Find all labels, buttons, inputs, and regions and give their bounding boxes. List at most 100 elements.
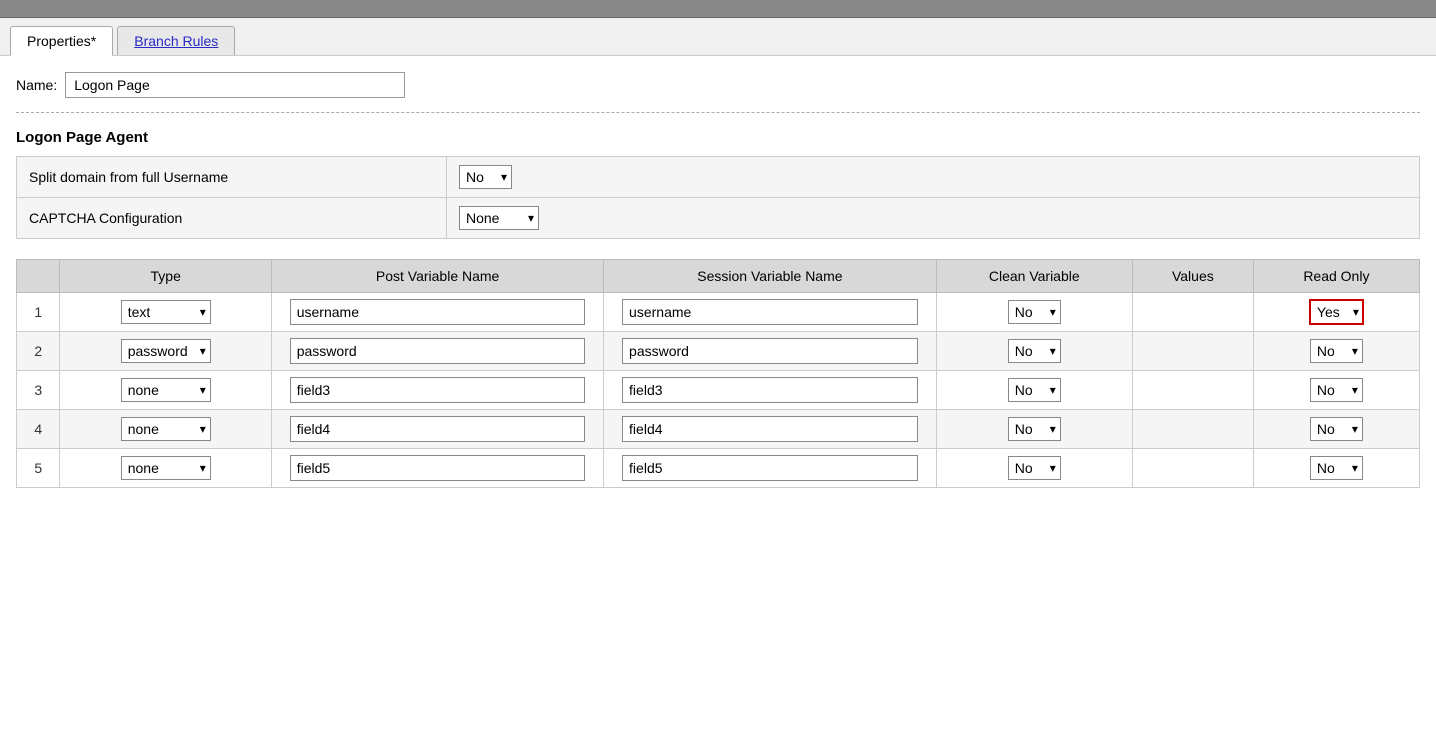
separator [16, 112, 1420, 113]
table-row: 2 textpasswordnonehidden NoYes NoYes [17, 332, 1420, 371]
type-select-wrapper-4: textpasswordnonehidden [121, 417, 211, 441]
clean-select-4[interactable]: NoYes [1008, 417, 1061, 441]
type-select-3[interactable]: textpasswordnonehidden [121, 378, 211, 402]
clean-var-cell-2: NoYes [936, 332, 1132, 371]
read-only-cell-2: NoYes [1253, 332, 1419, 371]
th-num [17, 260, 60, 293]
type-select-wrapper-1: textpasswordnonehidden [121, 300, 211, 324]
property-label-captcha: CAPTCHA Configuration [17, 198, 447, 239]
values-cell-1 [1132, 293, 1253, 332]
read-only-select-wrapper-2: NoYes [1310, 339, 1363, 363]
read-only-select-2[interactable]: NoYes [1310, 339, 1363, 363]
property-control-captcha: None Option1 Option2 [447, 198, 1420, 239]
property-control-split-domain: No Yes [447, 157, 1420, 198]
th-session-var: Session Variable Name [604, 260, 936, 293]
read-only-select-wrapper-5: NoYes [1310, 456, 1363, 480]
type-cell-4: textpasswordnonehidden [60, 410, 271, 449]
top-bar [0, 0, 1436, 18]
read-only-select-1[interactable]: YesNo [1309, 299, 1364, 325]
session-var-cell-3 [604, 371, 936, 410]
captcha-select-wrapper: None Option1 Option2 [459, 206, 539, 230]
read-only-cell-5: NoYes [1253, 449, 1419, 488]
type-cell-1: textpasswordnonehidden [60, 293, 271, 332]
session-var-input-5[interactable] [622, 455, 918, 481]
values-cell-2 [1132, 332, 1253, 371]
row-number-5: 5 [17, 449, 60, 488]
session-var-input-1[interactable] [622, 299, 918, 325]
tab-properties[interactable]: Properties* [10, 26, 113, 56]
type-select-5[interactable]: textpasswordnonehidden [121, 456, 211, 480]
row-number-4: 4 [17, 410, 60, 449]
post-var-input-2[interactable] [290, 338, 586, 364]
type-cell-2: textpasswordnonehidden [60, 332, 271, 371]
type-cell-3: textpasswordnonehidden [60, 371, 271, 410]
post-var-cell-4 [271, 410, 603, 449]
clean-var-cell-3: NoYes [936, 371, 1132, 410]
read-only-cell-1: YesNo [1253, 293, 1419, 332]
type-cell-5: textpasswordnonehidden [60, 449, 271, 488]
property-row-split-domain: Split domain from full Username No Yes [17, 157, 1420, 198]
table-row: 3 textpasswordnonehidden NoYes NoYes [17, 371, 1420, 410]
captcha-select[interactable]: None Option1 Option2 [459, 206, 539, 230]
type-select-wrapper-2: textpasswordnonehidden [121, 339, 211, 363]
property-label-split-domain: Split domain from full Username [17, 157, 447, 198]
session-var-input-2[interactable] [622, 338, 918, 364]
clean-var-cell-5: NoYes [936, 449, 1132, 488]
post-var-cell-3 [271, 371, 603, 410]
section-title: Logon Page Agent [16, 129, 1420, 146]
property-row-captcha: CAPTCHA Configuration None Option1 Optio… [17, 198, 1420, 239]
clean-var-cell-4: NoYes [936, 410, 1132, 449]
values-cell-5 [1132, 449, 1253, 488]
read-only-select-wrapper-4: NoYes [1310, 417, 1363, 441]
clean-select-wrapper-1: NoYes [1008, 300, 1061, 324]
th-read-only: Read Only [1253, 260, 1419, 293]
read-only-cell-4: NoYes [1253, 410, 1419, 449]
clean-select-2[interactable]: NoYes [1008, 339, 1061, 363]
post-var-input-3[interactable] [290, 377, 586, 403]
read-only-cell-3: NoYes [1253, 371, 1419, 410]
split-domain-select-wrapper: No Yes [459, 165, 512, 189]
data-table: Type Post Variable Name Session Variable… [16, 259, 1420, 488]
read-only-select-4[interactable]: NoYes [1310, 417, 1363, 441]
table-header-row: Type Post Variable Name Session Variable… [17, 260, 1420, 293]
clean-select-wrapper-5: NoYes [1008, 456, 1061, 480]
read-only-select-wrapper-3: NoYes [1310, 378, 1363, 402]
tabs-row: Properties* Branch Rules [0, 18, 1436, 56]
clean-select-5[interactable]: NoYes [1008, 456, 1061, 480]
main-content: Name: Logon Page Agent Split domain from… [0, 56, 1436, 504]
clean-select-1[interactable]: NoYes [1008, 300, 1061, 324]
name-label: Name: [16, 77, 57, 93]
clean-select-wrapper-4: NoYes [1008, 417, 1061, 441]
row-number-1: 1 [17, 293, 60, 332]
post-var-input-1[interactable] [290, 299, 586, 325]
split-domain-select[interactable]: No Yes [459, 165, 512, 189]
th-type: Type [60, 260, 271, 293]
clean-select-3[interactable]: NoYes [1008, 378, 1061, 402]
th-clean-var: Clean Variable [936, 260, 1132, 293]
type-select-4[interactable]: textpasswordnonehidden [121, 417, 211, 441]
post-var-input-5[interactable] [290, 455, 586, 481]
tab-branch-rules[interactable]: Branch Rules [117, 26, 235, 55]
session-var-input-3[interactable] [622, 377, 918, 403]
clean-var-cell-1: NoYes [936, 293, 1132, 332]
post-var-cell-1 [271, 293, 603, 332]
session-var-cell-4 [604, 410, 936, 449]
read-only-select-wrapper-1: YesNo [1309, 299, 1364, 325]
clean-select-wrapper-2: NoYes [1008, 339, 1061, 363]
table-row: 4 textpasswordnonehidden NoYes NoYes [17, 410, 1420, 449]
read-only-select-5[interactable]: NoYes [1310, 456, 1363, 480]
read-only-select-3[interactable]: NoYes [1310, 378, 1363, 402]
type-select-1[interactable]: textpasswordnonehidden [121, 300, 211, 324]
post-var-cell-5 [271, 449, 603, 488]
row-number-3: 3 [17, 371, 60, 410]
table-row: 1 textpasswordnonehidden NoYes YesNo [17, 293, 1420, 332]
th-post-var: Post Variable Name [271, 260, 603, 293]
type-select-2[interactable]: textpasswordnonehidden [121, 339, 211, 363]
values-cell-3 [1132, 371, 1253, 410]
values-cell-4 [1132, 410, 1253, 449]
session-var-input-4[interactable] [622, 416, 918, 442]
post-var-input-4[interactable] [290, 416, 586, 442]
row-number-2: 2 [17, 332, 60, 371]
name-input[interactable] [65, 72, 405, 98]
post-var-cell-2 [271, 332, 603, 371]
